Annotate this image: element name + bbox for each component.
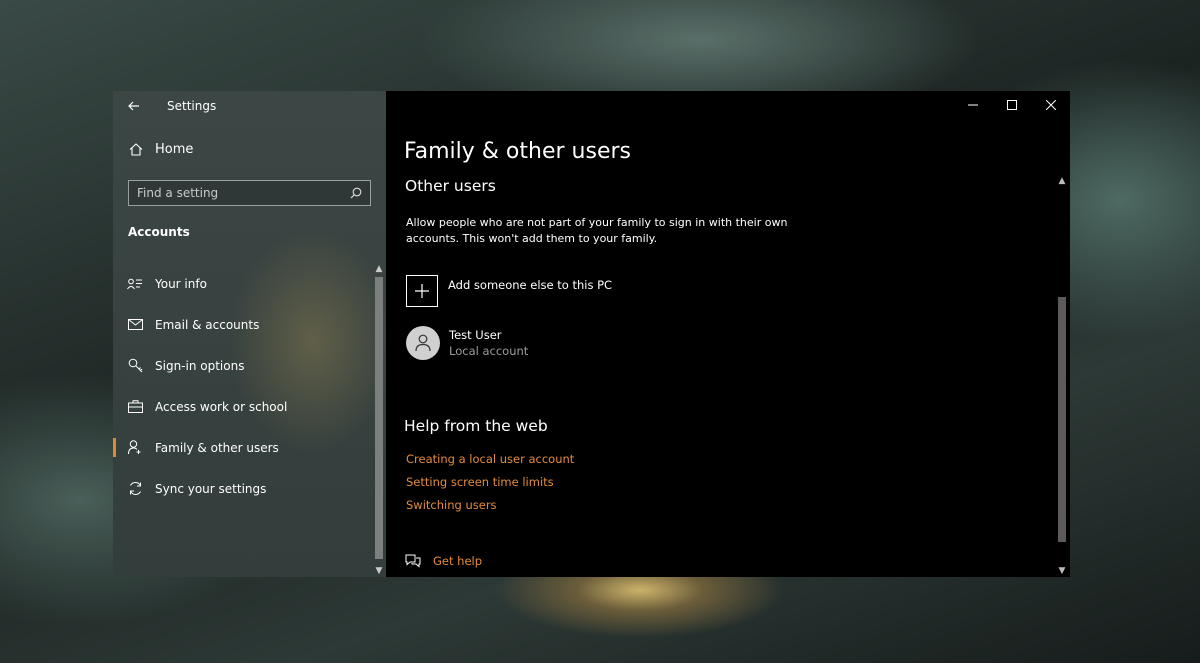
maximize-button[interactable] — [992, 91, 1031, 119]
help-links: Creating a local user account Setting sc… — [406, 452, 574, 521]
search-input[interactable] — [137, 186, 337, 200]
section-description: Allow people who are not part of your fa… — [406, 216, 788, 245]
sidebar-item-label: Sign-in options — [155, 358, 245, 373]
search-icon[interactable] — [350, 187, 362, 199]
back-button[interactable] — [113, 91, 155, 121]
close-icon — [1045, 100, 1056, 110]
app-title: Settings — [167, 99, 217, 113]
person-add-icon — [127, 440, 143, 456]
page-title: Family & other users — [404, 139, 631, 164]
key-icon — [127, 358, 143, 374]
back-arrow-icon — [128, 101, 139, 111]
add-user-label: Add someone else to this PC — [448, 278, 613, 292]
scroll-down-icon[interactable]: ▼ — [373, 565, 385, 577]
get-help-link[interactable]: Get help — [405, 554, 482, 568]
sidebar-item-label: Family & other users — [155, 440, 279, 455]
user-name: Test User — [449, 328, 502, 342]
window-controls — [953, 91, 1070, 119]
sidebar-item-label: Sync your settings — [155, 481, 267, 496]
sidebar-item-label: Access work or school — [155, 399, 288, 414]
sync-icon — [127, 481, 143, 497]
sidebar-item-access-work-school[interactable]: Access work or school — [113, 386, 371, 427]
mail-icon — [127, 317, 143, 333]
person-lines-icon — [127, 276, 143, 292]
scroll-up-icon[interactable]: ▲ — [373, 263, 385, 275]
sidebar-item-label: Email & accounts — [155, 317, 260, 332]
help-link-local-account[interactable]: Creating a local user account — [406, 452, 574, 475]
sidebar-item-sign-in-options[interactable]: Sign-in options — [113, 345, 371, 386]
scrollbar-thumb[interactable] — [1058, 297, 1066, 542]
help-link-switching-users[interactable]: Switching users — [406, 498, 574, 521]
search-box[interactable] — [128, 180, 371, 206]
minimize-button[interactable] — [953, 91, 992, 119]
minimize-icon — [967, 104, 978, 106]
title-bar: Settings — [113, 91, 386, 121]
sidebar-item-your-info[interactable]: Your info — [113, 263, 371, 304]
get-help-label: Get help — [433, 554, 483, 568]
main-panel: Family & other users Other users Allow p… — [386, 91, 1070, 577]
sidebar-item-label: Your info — [155, 276, 207, 291]
user-icon — [415, 334, 431, 352]
settings-window: Settings Home Accounts Your info Email & — [113, 91, 1070, 577]
scroll-down-icon[interactable]: ▼ — [1056, 565, 1068, 577]
chat-help-icon — [405, 554, 421, 568]
sidebar-item-sync-settings[interactable]: Sync your settings — [113, 468, 371, 509]
home-label: Home — [155, 142, 194, 157]
close-button[interactable] — [1031, 91, 1070, 119]
help-link-screen-time[interactable]: Setting screen time limits — [406, 475, 574, 498]
main-scrollbar[interactable]: ▲ ▼ — [1056, 175, 1068, 577]
home-icon — [129, 143, 143, 156]
help-title: Help from the web — [404, 417, 548, 435]
sidebar-scrollbar[interactable]: ▲ ▼ — [373, 263, 385, 577]
sidebar-item-email-accounts[interactable]: Email & accounts — [113, 304, 371, 345]
user-account-type: Local account — [449, 344, 529, 358]
plus-icon — [406, 275, 438, 307]
scrollbar-thumb[interactable] — [375, 277, 383, 559]
add-user-button[interactable]: Add someone else to this PC — [406, 275, 612, 307]
avatar — [406, 326, 440, 360]
sidebar: Settings Home Accounts Your info Email & — [113, 91, 386, 577]
maximize-icon — [1006, 100, 1017, 110]
section-label: Accounts — [128, 225, 190, 239]
home-link[interactable]: Home — [129, 142, 193, 157]
user-list-item[interactable]: Test User Local account — [406, 326, 528, 360]
user-info: Test User Local account — [449, 328, 528, 358]
sidebar-nav: Your info Email & accounts Sign-in optio… — [113, 263, 371, 509]
briefcase-icon — [127, 399, 143, 415]
section-title: Other users — [405, 177, 496, 195]
scroll-up-icon[interactable]: ▲ — [1056, 175, 1068, 187]
sidebar-item-family-other-users[interactable]: Family & other users — [113, 427, 371, 468]
